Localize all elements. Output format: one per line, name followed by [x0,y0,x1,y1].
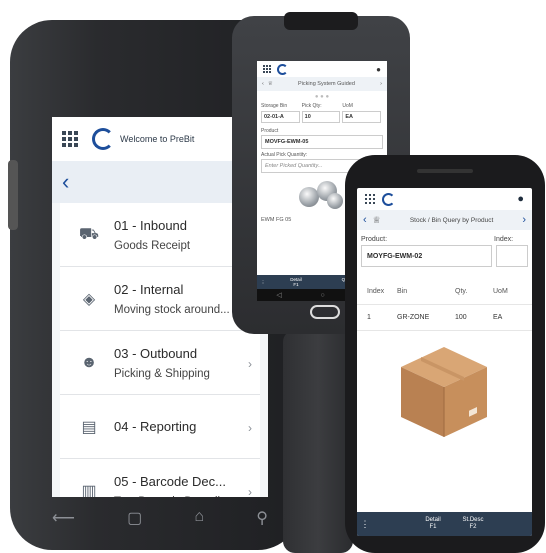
stock-table: Index Bin Qty. UoM 1 GR-ZONE 100 EA [357,279,532,331]
menu-item[interactable]: ☻ 03 - Outbound Picking & Shipping › [60,331,260,395]
footer-bar: ⋮ Detail F1 St.Desc F2 [357,512,532,536]
box-icon: ◈ [82,290,96,308]
speaker-grille [417,169,473,173]
app-grid-icon[interactable] [62,131,78,147]
field-values: 02-01-A 10 EA [257,109,387,125]
menu-item-text: 03 - Outbound Picking & Shipping [114,346,210,380]
menu-item[interactable]: ⛟ 01 - Inbound Goods Receipt [60,203,260,267]
col-qty: Qty. [455,288,468,295]
menu-item[interactable]: ▤ 04 - Reporting › [60,395,260,459]
home-circle-icon[interactable]: ○ [320,292,324,299]
menu-item-desc: Test Barcode Decoding [114,496,233,498]
scanner-window [284,12,358,30]
cell-index: 1 [367,314,371,321]
cell-qty: 100 [455,314,467,321]
menu-item-title: 03 - Outbound [114,345,198,361]
bin-label: Storage Bin [261,103,288,109]
col-index: Index [367,288,385,295]
chevron-right-icon: › [248,421,252,435]
table-header: Index Bin Qty. UoM [357,279,532,305]
prebit-logo-icon [382,192,395,206]
qty-label: Pick Qty: [301,103,322,109]
col-bin: Bin [397,288,408,295]
col-uom: UoM [493,288,508,295]
back-chevron-icon[interactable]: ‹ [262,81,264,87]
header-title: Picking System Guided [298,81,355,87]
header-title: Stock / Bin Query by Product [409,216,494,224]
recent-apps-icon[interactable]: ▢ [127,508,142,528]
field-labels: Storage Bin Pick Qty: UoM [257,103,387,109]
cell-bin: GR-ZONE [397,314,430,321]
more-icon[interactable]: ⋮ [357,519,373,530]
menu-item[interactable]: ▥ 05 - Barcode Dec... Test Barcode Decodin… [60,459,260,498]
product-label: Product: [361,236,388,243]
menu-item-text: 04 - Reporting [114,419,196,434]
search-icon[interactable]: ⚲ [256,508,268,528]
app-grid-icon[interactable] [365,194,375,204]
cell-uom: EA [493,314,503,321]
menu-item-text: 02 - Internal Moving stock around... [114,282,230,316]
side-button [8,160,18,230]
bin-field[interactable]: 02-01-A [261,111,300,123]
uom-field[interactable]: EA [342,111,382,123]
menu-item-desc: Goods Receipt [114,239,191,252]
barcode-icon: ▥ [81,482,97,498]
prebit-logo-icon [92,128,114,150]
chevron-right-icon: › [248,357,252,371]
more-icon[interactable]: ⋮ [257,280,269,285]
product-box-image [357,331,532,451]
forward-chevron-icon[interactable]: › [522,214,526,226]
product-field[interactable]: MOVFG-EWM-05 [261,135,383,149]
app-grid-icon[interactable] [263,64,272,74]
cardboard-box-icon [401,347,487,437]
subheader: ‹ ♕ Stock / Bin Query by Product › [357,210,532,230]
chevron-right-icon: › [248,485,252,497]
app-header: ● [357,188,532,210]
menu-item-title: 05 - Barcode Dec... [114,473,226,489]
menu-item-title: 01 - Inbound [114,217,188,233]
menu-list: ⛟ 01 - Inbound Goods Receipt ◈ 02 - Internal… [60,203,260,497]
header-title: Welcome to PreBit [120,134,195,144]
trophy-icon: ♕ [372,214,381,225]
qty-field[interactable]: 10 [301,111,341,123]
menu-item-title: 04 - Reporting [114,419,197,434]
user-icon[interactable]: ● [517,193,524,205]
index-input[interactable] [496,245,528,267]
footer-button-stdesc[interactable]: St.Desc F2 [453,517,493,531]
index-label: Index: [494,236,514,243]
product-input[interactable]: MOYFG-EWM-02 [361,245,492,267]
app-header: ● [257,61,387,77]
menu-item-text: 01 - Inbound Goods Receipt [114,218,190,252]
report-icon: ▤ [81,418,97,436]
page-indicator: ● ● ● [314,94,330,100]
back-chevron-icon[interactable]: ‹ [62,169,69,195]
footer-button-detail[interactable]: Detail F1 [269,277,323,287]
menu-item[interactable]: ◈ 02 - Internal Moving stock around... [60,267,260,331]
menu-item-title: 02 - Internal [114,281,184,297]
scanner-handle [283,330,353,553]
iphone-screen: ● ‹ ♕ Stock / Bin Query by Product › Pro… [357,188,532,536]
scan-button[interactable] [310,305,340,319]
prebit-logo-icon [277,63,288,75]
forward-chevron-icon[interactable]: › [380,81,382,87]
back-arrow-icon[interactable]: ⟵ [52,508,75,528]
product-label: Product [261,128,279,134]
menu-item-desc: Picking & Shipping [114,367,210,380]
field-labels: Product: Index: [357,230,532,245]
back-chevron-icon[interactable]: ‹ [363,214,367,226]
android-nav-bar: ⟵ ▢ ⌂ ⚲ [52,508,268,528]
table-row[interactable]: 1 GR-ZONE 100 EA [357,305,532,331]
subheader: ‹ ♕ Picking System Guided › [257,77,387,91]
truck-icon: ⛟ [78,225,100,243]
input-row: MOYFG-EWM-02 [357,245,532,267]
menu-item-desc: Moving stock around... [114,303,230,316]
back-triangle-icon[interactable]: ◁ [276,291,281,299]
uom-label: UoM [342,103,353,109]
home-icon[interactable]: ⌂ [194,508,204,528]
iphone-device: ● ‹ ♕ Stock / Bin Query by Product › Pro… [345,155,545,553]
menu-item-text: 05 - Barcode Dec... Test Barcode Decoding [114,474,233,498]
footer-button-detail[interactable]: Detail F1 [413,517,453,531]
user-icon[interactable]: ● [376,65,381,74]
person-icon: ☻ [80,353,98,371]
